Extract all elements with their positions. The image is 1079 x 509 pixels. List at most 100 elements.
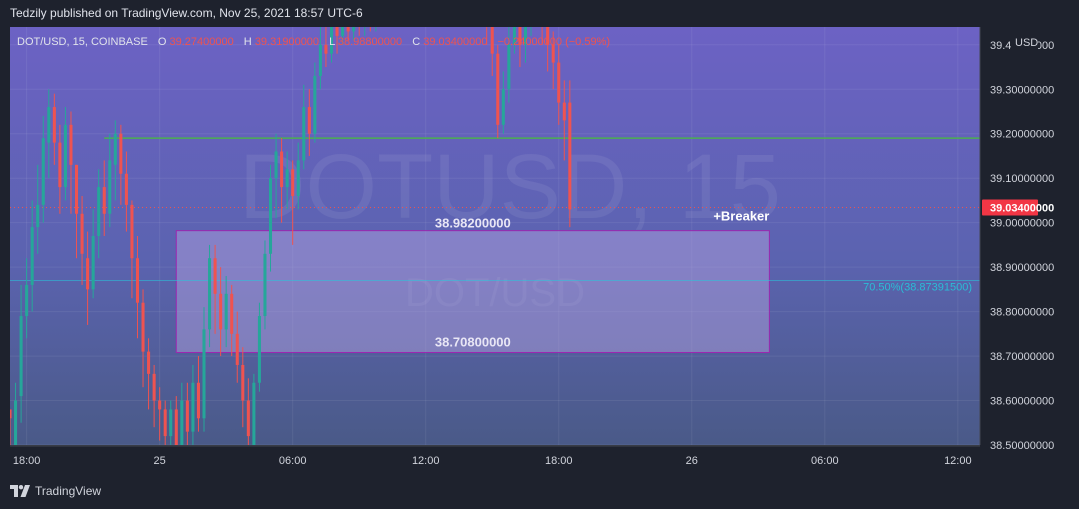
fib-label: 70.50%(38.87391500) xyxy=(863,281,972,293)
zone-bottom-label: 38.70800000 xyxy=(435,335,511,350)
candle-body xyxy=(113,133,117,165)
candle-body xyxy=(63,124,67,188)
candle-body xyxy=(363,18,366,27)
candle-body xyxy=(257,316,261,383)
candle-body xyxy=(501,89,505,125)
candle-body xyxy=(374,14,377,23)
legend-symbol: DOT/USD, 15, COINBASE xyxy=(17,36,148,48)
candle-body xyxy=(369,18,372,22)
candle-body xyxy=(562,102,566,121)
price-tick-label: 38.50000000 xyxy=(990,440,1054,452)
candle-body xyxy=(396,5,399,14)
candle-body xyxy=(285,169,289,188)
candle-body xyxy=(130,204,134,259)
legend-high-label: H xyxy=(244,36,252,48)
tradingview-footer[interactable]: TradingView xyxy=(10,484,101,498)
candle-body xyxy=(36,204,40,228)
candle-body xyxy=(141,302,145,352)
candle-body xyxy=(402,5,405,9)
legend-low-label: L xyxy=(329,36,335,48)
candle-body xyxy=(391,9,394,13)
candle-body xyxy=(19,316,23,397)
candle-body xyxy=(180,400,184,445)
candle-body xyxy=(196,382,200,419)
candle-body xyxy=(74,164,79,214)
price-tick-label: 38.60000000 xyxy=(990,396,1054,408)
legend-open-value: 39.27400000 xyxy=(170,36,234,48)
candle-body xyxy=(341,27,345,36)
legend-low-value: 38.98800000 xyxy=(338,36,402,48)
candle-body xyxy=(224,293,228,330)
time-tick-label: 25 xyxy=(154,455,166,467)
candle-body xyxy=(496,53,500,125)
time-tick-label: 18:00 xyxy=(545,455,573,467)
candle-body xyxy=(385,9,388,18)
candle-body xyxy=(202,329,206,419)
candlestick-chart[interactable]: DOTUSD, 15 DOT/USD 38.9820000038.7080000… xyxy=(0,0,1079,509)
candle-body xyxy=(352,27,356,32)
candle-body xyxy=(230,293,234,334)
price-tick-label: 38.90000000 xyxy=(990,262,1054,274)
svg-text:DOT/USD, 15, COINBASE O: DOT/USD, 15, COINBASE O 39.27400000 H 39… xyxy=(17,36,610,48)
candle-body xyxy=(25,284,29,317)
candle-body xyxy=(335,27,339,36)
time-tick-label: 06:00 xyxy=(811,455,839,467)
candle-body xyxy=(108,160,112,214)
candle-body xyxy=(158,400,162,410)
time-tick-label: 06:00 xyxy=(279,455,307,467)
time-tick-label: 12:00 xyxy=(412,455,440,467)
legend-high-value: 39.31900000 xyxy=(255,36,319,48)
candle-body xyxy=(252,382,256,445)
time-tick-label: 26 xyxy=(686,455,698,467)
breaker-tag: +Breaker xyxy=(713,209,769,224)
zone-top-label: 38.98200000 xyxy=(435,216,511,231)
candle-body xyxy=(191,382,195,432)
candle-body xyxy=(91,236,95,290)
candle-body xyxy=(124,173,128,205)
legend-close-value: 39.03400000 xyxy=(423,36,487,48)
candle-body xyxy=(568,102,572,210)
candle-body xyxy=(535,0,538,9)
candle-body xyxy=(52,107,56,143)
candle-body xyxy=(274,151,278,179)
candle-body xyxy=(147,351,151,374)
candle-body xyxy=(69,124,73,165)
candle-body xyxy=(358,23,361,27)
candle-body xyxy=(102,187,106,214)
candle-body xyxy=(246,400,250,437)
candle-body xyxy=(135,258,140,303)
candle-body xyxy=(241,364,245,401)
candle-body xyxy=(557,62,561,103)
candle-body xyxy=(58,142,62,188)
candle-body xyxy=(507,44,511,90)
legend-open-label: O xyxy=(158,36,167,48)
candle-body xyxy=(268,178,273,254)
candle-body xyxy=(307,107,311,134)
candle-body xyxy=(41,138,45,205)
tradingview-brand: TradingView xyxy=(35,484,102,498)
candle-body xyxy=(313,75,317,134)
candle-body xyxy=(263,253,267,317)
last-price-badge-label: 39.03400000 xyxy=(990,203,1054,215)
candle-body xyxy=(235,333,239,365)
candle-body xyxy=(541,9,544,18)
candle-body xyxy=(324,44,328,54)
candle-body xyxy=(419,0,422,5)
candle-body xyxy=(408,0,411,9)
candle-body xyxy=(530,0,533,27)
price-tick-label: 39.20000000 xyxy=(990,129,1054,141)
candle-body xyxy=(169,409,173,437)
currency-label: USD xyxy=(1015,37,1038,49)
ohlc-legend: DOT/USD, 15, COINBASE O 39.27400000 H 39… xyxy=(17,36,610,48)
candle-body xyxy=(490,27,494,54)
candle-body xyxy=(213,258,217,294)
candle-body xyxy=(302,107,306,161)
candle-body xyxy=(86,258,90,290)
candle-body xyxy=(163,409,167,437)
candle-body xyxy=(80,213,84,254)
candle-body xyxy=(152,373,156,401)
price-axis[interactable]: 39.4000000039.3000000039.2000000039.1000… xyxy=(979,27,1054,452)
price-tick-label: 39.00000000 xyxy=(990,218,1054,230)
candle-body xyxy=(296,160,300,196)
time-axis[interactable]: 18:00 25 06:00 12:00 18:00 26 06:00 12:00 xyxy=(10,445,980,467)
